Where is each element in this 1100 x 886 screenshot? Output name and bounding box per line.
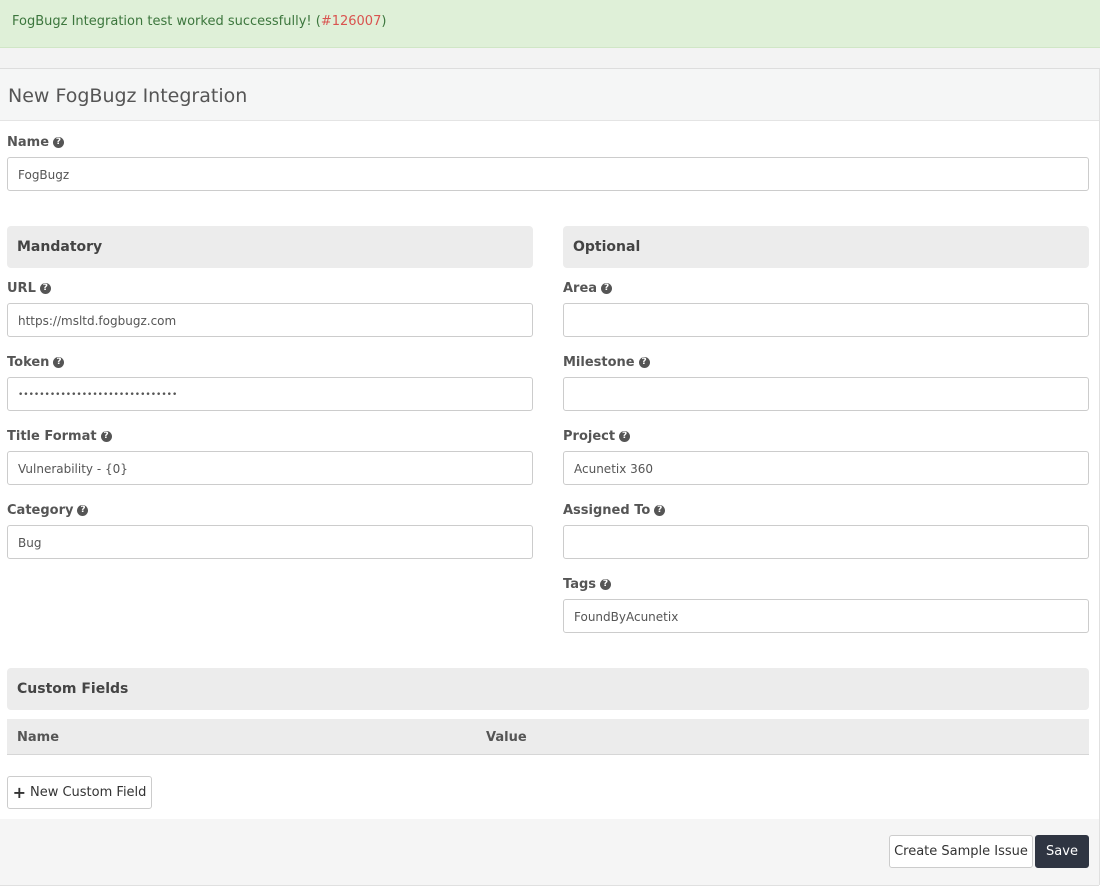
area-label-text: Area xyxy=(563,281,598,296)
project-label: Project ? xyxy=(563,429,631,444)
area-label: Area ? xyxy=(563,281,613,296)
custom-fields-table-header: Name Value xyxy=(7,719,1089,755)
url-label-text: URL xyxy=(7,281,36,296)
help-icon[interactable]: ? xyxy=(600,579,612,590)
column-header-name: Name xyxy=(17,730,60,745)
category-label: Category ? xyxy=(7,503,89,518)
project-input[interactable]: Acunetix 360 xyxy=(563,451,1089,485)
token-input[interactable]: •••••••••••••••••••••••••••••• xyxy=(7,377,533,411)
new-custom-field-label: New Custom Field xyxy=(29,785,147,800)
name-input[interactable]: FogBugz xyxy=(7,157,1089,191)
title-format-label: Title Format ? xyxy=(7,429,112,444)
title-format-input[interactable]: Vulnerability - {0} xyxy=(7,451,533,485)
title-format-label-text: Title Format xyxy=(7,429,97,444)
success-alert: FogBugz Integration test worked successf… xyxy=(0,0,1100,48)
mandatory-section-header: Mandatory xyxy=(7,226,533,268)
help-icon[interactable]: ? xyxy=(601,283,613,294)
milestone-label: Milestone ? xyxy=(563,355,650,370)
help-icon[interactable]: ? xyxy=(53,137,65,148)
column-header-value: Value xyxy=(486,730,527,745)
help-icon[interactable]: ? xyxy=(619,431,631,442)
spacer xyxy=(0,48,1100,68)
new-custom-field-button[interactable]: + New Custom Field xyxy=(7,776,152,809)
alert-close-paren: ) xyxy=(381,14,387,29)
alert-issue-link[interactable]: #126007 xyxy=(321,14,382,29)
create-sample-issue-button[interactable]: Create Sample Issue xyxy=(889,835,1033,868)
name-label-text: Name xyxy=(7,135,50,150)
area-input[interactable] xyxy=(563,303,1089,337)
help-icon[interactable]: ? xyxy=(77,505,89,516)
category-input[interactable]: Bug xyxy=(7,525,533,559)
optional-section-header: Optional xyxy=(563,226,1089,268)
help-icon[interactable]: ? xyxy=(654,505,666,516)
assigned-to-label-text: Assigned To xyxy=(563,503,651,518)
name-label: Name ? xyxy=(7,135,65,150)
custom-fields-section-header: Custom Fields xyxy=(7,668,1089,710)
project-label-text: Project xyxy=(563,429,616,444)
tags-input[interactable]: FoundByAcunetix xyxy=(563,599,1089,633)
panel-footer: Create Sample Issue Save xyxy=(0,819,1099,886)
tags-label-text: Tags xyxy=(563,577,597,592)
tags-label: Tags ? xyxy=(563,577,612,592)
panel-header: New FogBugz Integration xyxy=(0,69,1099,121)
url-label: URL ? xyxy=(7,281,51,296)
token-label: Token ? xyxy=(7,355,65,370)
help-icon[interactable]: ? xyxy=(638,357,650,368)
help-icon[interactable]: ? xyxy=(100,431,112,442)
panel-title: New FogBugz Integration xyxy=(8,85,248,107)
plus-icon: + xyxy=(12,783,26,802)
save-button[interactable]: Save xyxy=(1035,835,1089,868)
url-input[interactable]: https://msltd.fogbugz.com xyxy=(7,303,533,337)
milestone-label-text: Milestone xyxy=(563,355,635,370)
assigned-to-label: Assigned To ? xyxy=(563,503,666,518)
help-icon[interactable]: ? xyxy=(53,357,65,368)
help-icon[interactable]: ? xyxy=(39,283,51,294)
assigned-to-input[interactable] xyxy=(563,525,1089,559)
token-label-text: Token xyxy=(7,355,50,370)
integration-panel: New FogBugz Integration Name ? FogBugz M… xyxy=(0,68,1100,886)
alert-message: FogBugz Integration test worked successf… xyxy=(12,14,321,29)
category-label-text: Category xyxy=(7,503,74,518)
milestone-input[interactable] xyxy=(563,377,1089,411)
